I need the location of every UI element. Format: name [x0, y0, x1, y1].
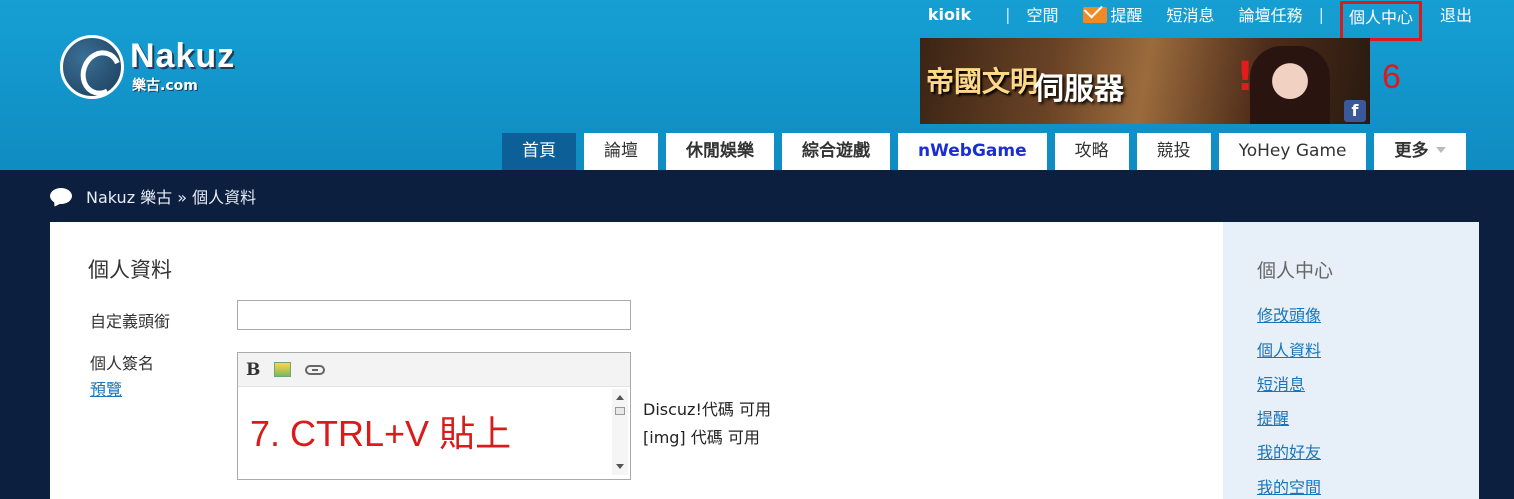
scroll-down-icon[interactable]	[616, 464, 624, 469]
username-link[interactable]: kioik	[928, 5, 971, 24]
banner-character-image	[1250, 46, 1330, 124]
signature-textarea[interactable]: 7. CTRL+V 貼上	[238, 387, 630, 479]
top-user-nav: kioik | 空間 提醒 短消息 論壇任務 | 個人中心 退出	[928, 1, 1472, 41]
nav-separator: |	[1005, 4, 1011, 24]
nav-separator: |	[1318, 4, 1324, 24]
site-logo[interactable]: Nakuz 樂古.com	[60, 35, 260, 99]
textarea-scrollbar[interactable]	[612, 389, 628, 475]
sidebar-item-my-space[interactable]: 我的空間	[1257, 474, 1321, 498]
ad-banner[interactable]: 帝國文明 伺服器 ! f	[920, 38, 1370, 124]
profile-center-link[interactable]: 個人中心	[1339, 1, 1422, 41]
messages-link[interactable]: 短消息	[1167, 2, 1215, 26]
tab-more-label: 更多	[1394, 141, 1429, 161]
breadcrumb-text[interactable]: Nakuz 樂古 » 個人資料	[86, 184, 256, 208]
main-nav: 首頁 論壇 休閒娛樂 綜合遊戲 nWebGame 攻略 競投 YoHey Gam…	[502, 133, 1467, 170]
annotation-step-7: 7. CTRL+V 貼上	[250, 413, 512, 454]
facebook-icon: f	[1344, 100, 1366, 122]
tab-auction[interactable]: 競投	[1136, 133, 1211, 170]
space-link[interactable]: 空間	[1027, 2, 1059, 26]
chevron-down-icon	[1436, 147, 1447, 153]
hint-discuz-code: Discuz!代碼 可用	[643, 400, 771, 419]
tab-more[interactable]: 更多	[1374, 133, 1467, 170]
tab-games[interactable]: 綜合遊戲	[782, 133, 890, 170]
logo-text: Nakuz	[130, 37, 236, 75]
insert-link-icon[interactable]	[305, 364, 326, 375]
preview-link[interactable]: 預覽	[90, 376, 122, 400]
banner-title: 帝國文明	[926, 65, 1039, 98]
sidebar-item-profile[interactable]: 個人資料	[1257, 337, 1321, 361]
custom-title-input[interactable]	[237, 300, 631, 330]
tab-nwebgame[interactable]: nWebGame	[898, 133, 1047, 170]
signature-label: 個人簽名	[90, 354, 155, 373]
bold-button[interactable]: B	[246, 360, 260, 380]
insert-image-icon[interactable]	[274, 362, 292, 377]
logo-icon	[60, 35, 124, 99]
profile-form-panel: 個人資料 自定義頭銜 個人簽名 預覽 B 7. CTRL+V 貼上 Discuz…	[50, 222, 1223, 499]
sidebar-item-change-avatar[interactable]: 修改頭像	[1257, 302, 1321, 326]
editor-toolbar: B	[238, 353, 630, 387]
logo-subtext: 樂古.com	[132, 78, 198, 94]
site-header: Nakuz 樂古.com kioik | 空間 提醒 短消息 論壇任務 | 個人…	[0, 0, 1514, 170]
profile-center-sidebar: 個人中心 修改頭像 個人資料 短消息 提醒 我的好友 我的空間	[1223, 222, 1479, 499]
mail-icon	[1082, 7, 1107, 23]
profile-center-label: 個人中心	[1348, 8, 1413, 27]
hint-img-code: [img] 代碼 可用	[643, 428, 760, 447]
sidebar-item-reminders[interactable]: 提醒	[1257, 405, 1289, 429]
custom-title-label: 自定義頭銜	[90, 312, 171, 331]
tab-leisure[interactable]: 休閒娛樂	[666, 133, 774, 170]
scroll-up-icon[interactable]	[616, 395, 624, 400]
logout-link[interactable]: 退出	[1440, 2, 1472, 26]
sidebar-item-friends[interactable]: 我的好友	[1257, 439, 1321, 463]
tab-home[interactable]: 首頁	[502, 133, 576, 170]
tab-yohey-game[interactable]: YoHey Game	[1218, 133, 1367, 170]
signature-editor: B 7. CTRL+V 貼上	[237, 352, 631, 480]
reminder-link[interactable]: 提醒	[1082, 2, 1143, 26]
sidebar-title: 個人中心	[1257, 260, 1334, 282]
breadcrumb: Nakuz 樂古 » 個人資料	[50, 184, 256, 208]
forum-tasks-link[interactable]: 論壇任務	[1239, 2, 1303, 26]
tab-guides[interactable]: 攻略	[1054, 133, 1129, 170]
scroll-thumb[interactable]	[615, 407, 625, 415]
banner-server-text: 伺服器	[1034, 72, 1124, 107]
tab-forum[interactable]: 論壇	[584, 133, 658, 170]
reminder-label: 提醒	[1110, 6, 1143, 25]
sidebar-item-messages[interactable]: 短消息	[1257, 371, 1305, 395]
chat-bubble-icon	[50, 188, 72, 204]
annotation-step-6: 6	[1382, 58, 1401, 96]
page-title: 個人資料	[88, 258, 172, 282]
